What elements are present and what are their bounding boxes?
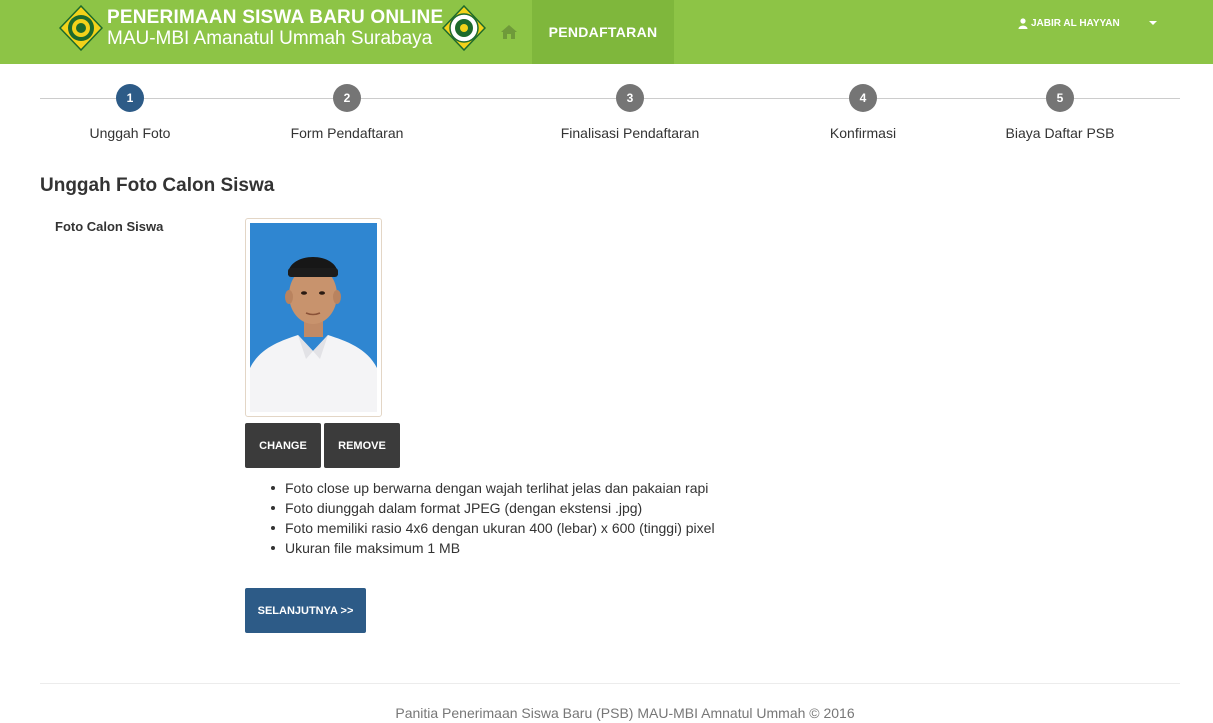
nav-pendaftaran[interactable]: PENDAFTARAN	[532, 0, 674, 64]
user-name: JABIR AL HAYYAN	[1031, 17, 1120, 29]
step-label: Konfirmasi	[829, 125, 897, 141]
step-label: Finalisasi Pendaftaran	[560, 125, 700, 141]
user-menu[interactable]: JABIR AL HAYYAN	[1018, 0, 1120, 46]
list-item: Foto diunggah dalam format JPEG (dengan …	[268, 498, 715, 518]
chevron-down-icon[interactable]	[1149, 21, 1157, 25]
page-title: Unggah Foto Calon Siswa	[40, 175, 275, 196]
step-number: 3	[616, 84, 644, 112]
home-icon[interactable]	[498, 21, 520, 43]
step-label: Unggah Foto	[89, 125, 171, 141]
wizard-step-5[interactable]: 5 Biaya Daftar PSB	[970, 84, 1150, 141]
top-navbar: PENERIMAAN SISWA BARU ONLINE MAU-MBI Ama…	[0, 0, 1213, 64]
user-icon	[1018, 17, 1028, 29]
school-logo-left	[59, 5, 103, 51]
footer-divider	[40, 683, 1180, 684]
list-item: Ukuran file maksimum 1 MB	[268, 538, 715, 558]
footer-text: Panitia Penerimaan Siswa Baru (PSB) MAU-…	[395, 705, 855, 721]
step-number: 5	[1046, 84, 1074, 112]
remove-photo-button[interactable]: REMOVE	[324, 423, 400, 468]
student-photo	[250, 223, 377, 412]
brand-title[interactable]: PENERIMAAN SISWA BARU ONLINE	[107, 7, 443, 29]
photo-field-label: Foto Calon Siswa	[55, 219, 164, 234]
school-logo-right	[442, 5, 486, 51]
wizard-step-1[interactable]: 1 Unggah Foto	[40, 84, 220, 141]
step-number: 2	[333, 84, 361, 112]
brand-subtitle[interactable]: MAU-MBI Amanatul Ummah Surabaya	[107, 28, 432, 50]
step-number: 4	[849, 84, 877, 112]
photo-preview	[245, 218, 382, 417]
list-item: Foto close up berwarna dengan wajah terl…	[268, 478, 715, 498]
step-label: Form Pendaftaran	[290, 125, 404, 141]
step-label: Biaya Daftar PSB	[1005, 125, 1115, 141]
wizard-step-2[interactable]: 2 Form Pendaftaran	[257, 84, 437, 141]
wizard-step-4[interactable]: 4 Konfirmasi	[773, 84, 953, 141]
step-number: 1	[116, 84, 144, 112]
next-button[interactable]: SELANJUTNYA >>	[245, 588, 366, 633]
list-item: Foto memiliki rasio 4x6 dengan ukuran 40…	[268, 518, 715, 538]
change-photo-button[interactable]: CHANGE	[245, 423, 321, 468]
wizard-step-3[interactable]: 3 Finalisasi Pendaftaran	[540, 84, 720, 141]
photo-requirements-list: Foto close up berwarna dengan wajah terl…	[268, 478, 715, 558]
